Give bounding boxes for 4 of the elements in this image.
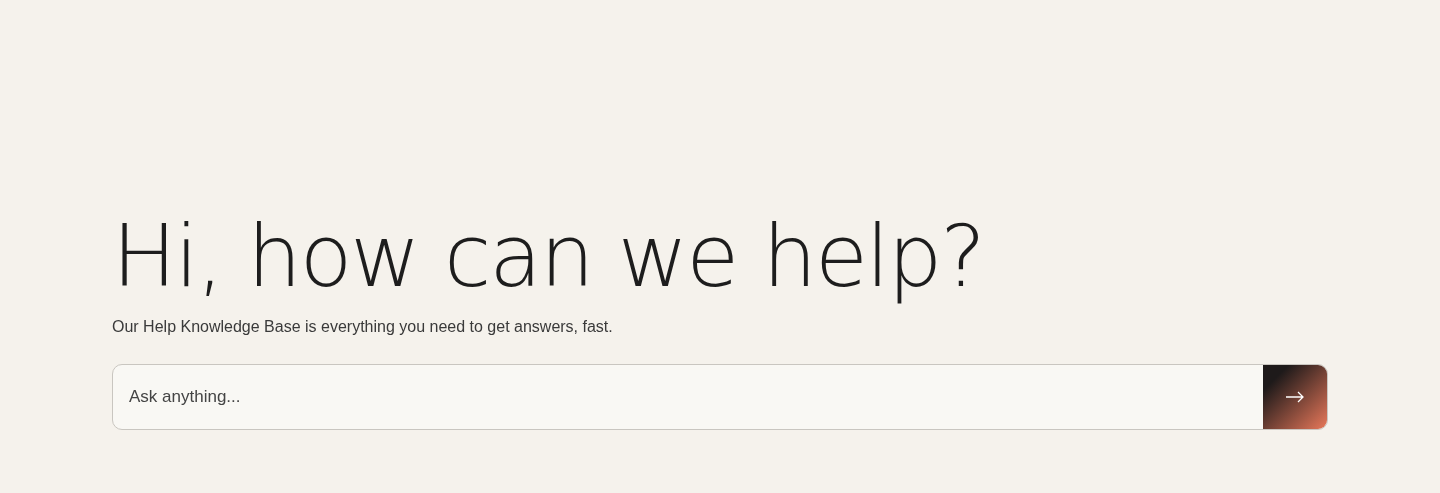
submit-button[interactable] (1263, 365, 1327, 429)
hero-subtitle: Our Help Knowledge Base is everything you need to get answers, fast. (112, 317, 613, 337)
hero-heading: Hi, how can we help? (112, 205, 984, 308)
arrow-right-icon (1285, 391, 1305, 403)
